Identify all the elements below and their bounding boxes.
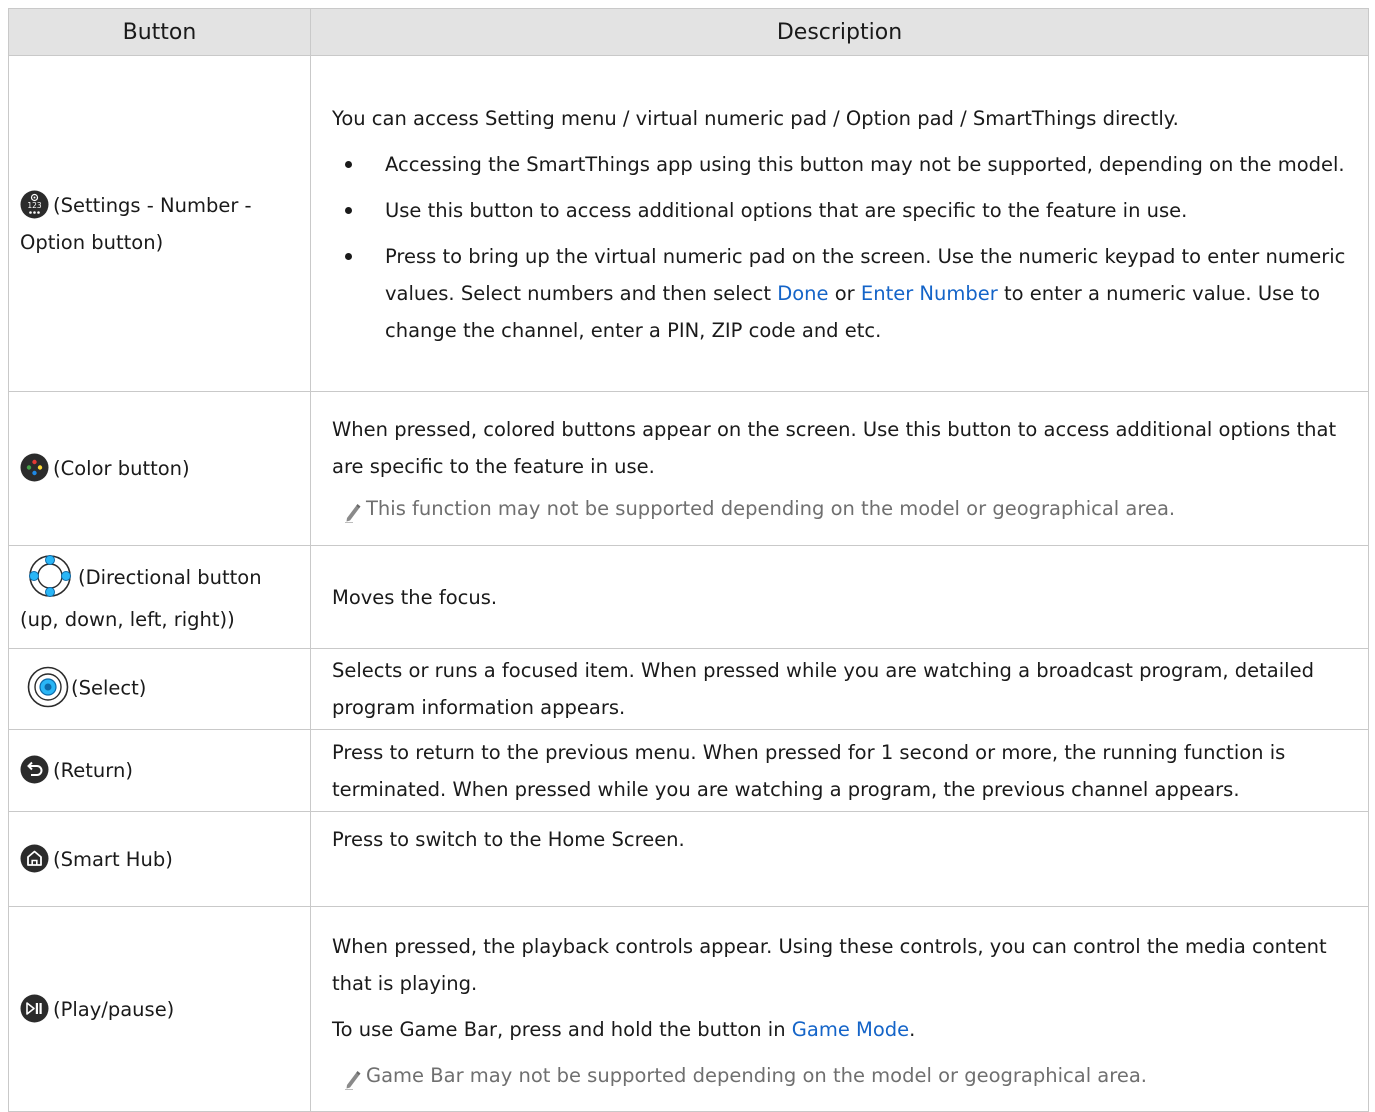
game-mode-link[interactable]: Game Mode [792, 1018, 909, 1041]
description-cell: Press to return to the previous menu. Wh… [310, 729, 1369, 812]
list-item: Use this button to access additional opt… [332, 192, 1356, 229]
description-text: You can access Setting menu / virtual nu… [332, 107, 1179, 130]
description-cell: Selects or runs a focused item. When pre… [310, 648, 1369, 730]
description-text: To use Game Bar, press and hold the butt… [332, 1011, 1356, 1048]
button-cell: (Directional button (up, down, left, rig… [8, 545, 311, 649]
description-text-part: . [909, 1018, 916, 1041]
button-label: (Select) [71, 676, 147, 700]
table-row: 123 (Settings - Number - Option button) … [8, 55, 1369, 392]
header-button: Button [8, 8, 311, 56]
play-pause-icon [20, 994, 49, 1023]
svg-text:123: 123 [27, 201, 42, 210]
table-row: (Directional button (up, down, left, rig… [8, 545, 1369, 649]
enter-number-link[interactable]: Enter Number [861, 282, 998, 305]
table-row: (Play/pause) When pressed, the playback … [8, 906, 1369, 1112]
button-cell: (Play/pause) [8, 906, 311, 1112]
description-cell: Press to switch to the Home Screen. [310, 811, 1369, 907]
description-text: Selects or runs a focused item. When pre… [332, 659, 1314, 719]
bullet-list: Accessing the SmartThings app using this… [332, 146, 1356, 349]
note: This function may not be supported depen… [332, 490, 1356, 527]
home-icon [20, 844, 49, 873]
button-label: (up, down, left, right)) [20, 607, 235, 631]
done-link[interactable]: Done [777, 282, 828, 305]
list-item: Press to bring up the virtual numeric pa… [332, 238, 1356, 349]
description-cell: When pressed, the playback controls appe… [310, 906, 1369, 1112]
button-cell: (Return) [8, 729, 311, 812]
pencil-note-icon [344, 498, 362, 535]
button-label: (Color button) [53, 457, 190, 480]
button-cell: (Color button) [8, 391, 311, 546]
description-text: Press to return to the previous menu. Wh… [332, 740, 1286, 801]
settings-number-option-icon: 123 [20, 190, 49, 219]
select-button-icon [27, 666, 69, 708]
button-label: Option button) [20, 230, 164, 254]
note-text: Game Bar may not be supported depending … [366, 1064, 1147, 1087]
button-label: (Settings - Number - [53, 193, 252, 217]
directional-button-icon [26, 554, 76, 598]
remote-buttons-table: Button Description 123 (Settings - Numbe… [8, 8, 1369, 1112]
note-text: This function may not be supported depen… [366, 496, 1176, 520]
table-row: (Smart Hub) Press to switch to the Home … [8, 811, 1369, 907]
button-label: (Return) [53, 759, 133, 782]
description-text: When pressed, colored buttons appear on … [332, 417, 1337, 478]
pencil-note-icon [344, 1065, 362, 1102]
table-header-row: Button Description [8, 8, 1369, 56]
description-cell: When pressed, colored buttons appear on … [310, 391, 1369, 546]
list-item-text: or [828, 282, 861, 305]
description-text: Press to switch to the Home Screen. [332, 828, 685, 851]
button-label: (Smart Hub) [53, 847, 173, 871]
color-button-icon [20, 453, 49, 482]
button-label-line: 123 (Settings - Number - [20, 187, 304, 224]
return-icon [20, 755, 49, 784]
description-cell: Moves the focus. [310, 545, 1369, 649]
table-row: (Return) Press to return to the previous… [8, 729, 1369, 812]
description-text: When pressed, the playback controls appe… [332, 935, 1327, 995]
button-cell: 123 (Settings - Number - Option button) [8, 55, 311, 392]
note: Game Bar may not be supported depending … [332, 1057, 1356, 1094]
description-text-part: To use Game Bar, press and hold the butt… [332, 1018, 792, 1041]
button-description-table-wrapper: Button Description 123 (Settings - Numbe… [8, 8, 1369, 1112]
button-label: (Directional button [78, 566, 262, 590]
table-row: (Color button) When pressed, colored but… [8, 391, 1369, 546]
description-cell: You can access Setting menu / virtual nu… [310, 55, 1369, 392]
description-text: Moves the focus. [332, 585, 498, 609]
table-row: (Select) Selects or runs a focused item.… [8, 648, 1369, 730]
button-cell: (Select) [8, 648, 311, 730]
header-description: Description [310, 8, 1369, 56]
button-label: (Play/pause) [53, 997, 175, 1021]
button-cell: (Smart Hub) [8, 811, 311, 907]
button-label-line: (Directional button [26, 554, 304, 601]
list-item: Accessing the SmartThings app using this… [332, 146, 1356, 183]
